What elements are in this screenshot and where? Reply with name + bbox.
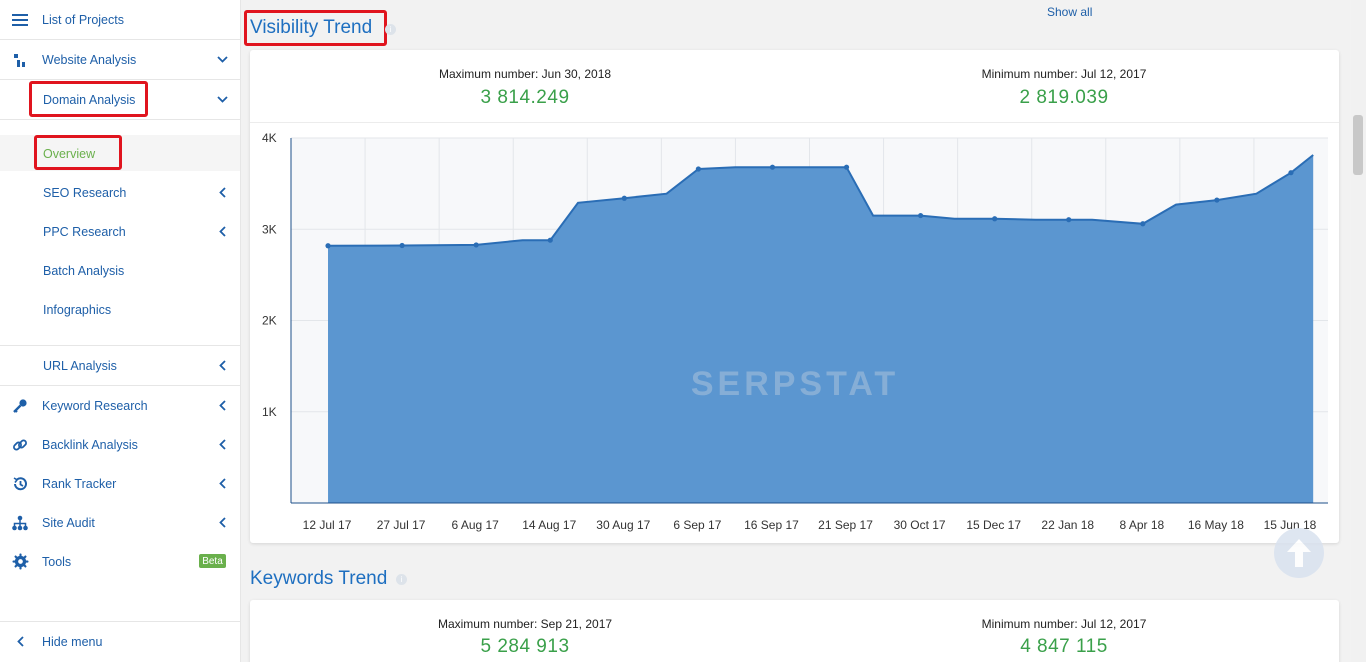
x-tick-label: 30 Aug 17: [596, 518, 650, 532]
chevron-left-icon: [216, 517, 228, 529]
nav-seo-research[interactable]: SEO Research: [0, 173, 240, 212]
chevron-left-icon: [216, 226, 228, 238]
nav-label: Batch Analysis: [43, 263, 125, 278]
nav-label: Site Audit: [42, 515, 95, 530]
nav-label: Hide menu: [42, 634, 103, 649]
chevron-left-icon: [216, 187, 228, 199]
divider: [0, 119, 240, 120]
data-point: [1140, 221, 1146, 227]
chevron-left-icon: [11, 633, 29, 651]
highlight-box: [244, 10, 387, 46]
info-icon[interactable]: i: [396, 574, 407, 585]
data-point: [547, 237, 553, 243]
max-value: 3 814.249: [480, 87, 570, 108]
nav-url-analysis[interactable]: URL Analysis: [0, 346, 240, 385]
data-point: [1214, 197, 1220, 203]
nav-backlink-analysis[interactable]: Backlink Analysis: [0, 425, 240, 464]
data-point: [621, 195, 627, 201]
nav-label: URL Analysis: [43, 358, 117, 373]
chevron-down-icon: [216, 94, 228, 106]
nav-label: Rank Tracker: [42, 476, 117, 491]
highlight-box: [34, 135, 122, 170]
max-label: Maximum number: Sep 21, 2017: [437, 617, 613, 631]
y-tick-label: 1K: [262, 405, 277, 419]
data-point: [918, 212, 924, 219]
keywords-trend-title: Keywords Trend: [250, 568, 388, 589]
x-tick-label: 16 May 18: [1188, 518, 1244, 532]
nav-label: Tools: [42, 554, 72, 569]
data-point: [695, 166, 701, 172]
show-all-link[interactable]: Show all: [1047, 5, 1092, 19]
beta-badge: Beta: [199, 554, 226, 568]
chevron-left-icon: [216, 360, 228, 372]
y-tick-label: 2K: [262, 314, 277, 328]
x-tick-label: 6 Aug 17: [451, 518, 499, 532]
x-tick-label: 27 Jul 17: [377, 518, 426, 532]
x-tick-label: 6 Sep 17: [673, 518, 721, 532]
x-tick-label: 22 Jan 18: [1041, 518, 1094, 532]
nav-ppc-research[interactable]: PPC Research: [0, 212, 240, 251]
data-point: [843, 164, 850, 170]
arrow-up-icon: [1287, 539, 1311, 567]
nav-keyword-research[interactable]: Keyword Research: [0, 386, 240, 425]
min-label: Minimum number: Jul 12, 2017: [981, 617, 1147, 631]
scrollbar-thumb[interactable]: [1353, 115, 1363, 175]
nav-rank-tracker[interactable]: Rank Tracker: [0, 464, 240, 503]
nav-website-analysis[interactable]: Website Analysis: [0, 40, 240, 79]
nav-site-audit[interactable]: Site Audit: [0, 503, 240, 542]
visibility-trend-card: Maximum number: Jun 30, 2018 3 814.249 M…: [250, 50, 1339, 543]
analytics-icon: [11, 51, 29, 69]
hamburger-icon: [11, 11, 29, 29]
x-tick-label: 16 Sep 17: [744, 518, 799, 532]
max-value: 5 284 913: [480, 636, 570, 657]
sidebar: List of Projects Website Analysis Domain…: [0, 0, 241, 662]
chevron-left-icon: [216, 478, 228, 490]
key-icon: [11, 397, 29, 415]
x-tick-label: 14 Aug 17: [522, 518, 576, 532]
gear-icon: [11, 553, 29, 571]
nav-list-of-projects[interactable]: List of Projects: [0, 0, 240, 39]
x-tick-label: 12 Jul 17: [303, 518, 352, 532]
chevron-down-icon: [216, 54, 228, 66]
x-tick-label: 15 Dec 17: [966, 518, 1021, 532]
data-point: [399, 242, 405, 249]
data-point: [992, 216, 998, 222]
x-tick-label: 8 Apr 18: [1119, 518, 1164, 532]
data-point: [769, 164, 776, 170]
keywords-trend-card: Maximum number: Sep 21, 2017 5 284 913 M…: [250, 600, 1339, 662]
min-value: 4 847 115: [1020, 636, 1108, 657]
min-label: Minimum number: Jul 12, 2017: [981, 67, 1147, 81]
watermark: SERPSTAT: [691, 365, 899, 403]
sitemap-icon: [11, 514, 29, 532]
history-icon: [11, 475, 29, 493]
nav-label: Keyword Research: [42, 398, 148, 413]
data-point: [1288, 170, 1294, 176]
chevron-left-icon: [216, 400, 228, 412]
data-point: [1066, 217, 1072, 223]
highlight-box: [29, 81, 148, 117]
x-tick-label: 21 Sep 17: [818, 518, 873, 532]
info-icon[interactable]: i: [385, 24, 396, 35]
x-tick-label: 30 Oct 17: [894, 518, 946, 532]
nav-label: PPC Research: [43, 224, 126, 239]
scroll-to-top-button[interactable]: [1274, 528, 1324, 578]
nav-label: Backlink Analysis: [42, 437, 138, 452]
nav-label: List of Projects: [42, 12, 124, 27]
nav-infographics[interactable]: Infographics: [0, 290, 240, 329]
nav-batch-analysis[interactable]: Batch Analysis: [0, 251, 240, 290]
nav-label: Website Analysis: [42, 52, 137, 67]
y-tick-label: 3K: [262, 222, 277, 236]
data-point: [473, 242, 479, 248]
scrollbar[interactable]: [1351, 0, 1366, 662]
data-point: [325, 243, 331, 249]
y-tick-label: 4K: [262, 131, 277, 145]
link-icon: [11, 436, 29, 454]
max-label: Maximum number: Jun 30, 2018: [438, 67, 612, 81]
visibility-chart: SERPSTAT 1K 2K 3K 4K 12 Jul 17 27 Jul 17 6 Aug…: [262, 131, 1328, 532]
nav-hide-menu[interactable]: Hide menu: [0, 622, 240, 661]
nav-label: SEO Research: [43, 185, 127, 200]
min-value: 2 819.039: [1019, 87, 1109, 108]
chevron-left-icon: [216, 439, 228, 451]
nav-label: Infographics: [43, 302, 112, 317]
